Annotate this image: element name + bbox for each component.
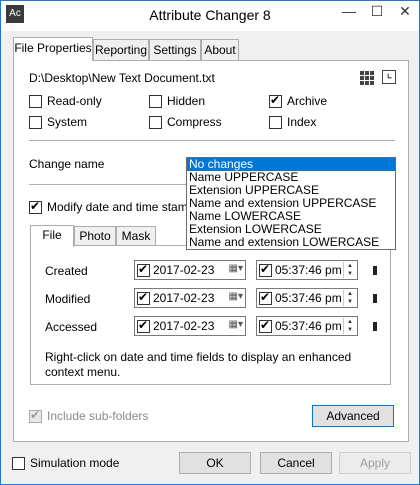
modified-date[interactable]: 2017-02-23 bbox=[153, 291, 214, 305]
include-subfolders-label: Include sub-folders bbox=[47, 409, 149, 423]
advanced-button[interactable]: Advanced bbox=[312, 405, 394, 427]
spin-up-icon[interactable]: ▲ bbox=[344, 262, 356, 270]
title-bar: Ac Attribute Changer 8 — ☐ ✕ bbox=[1, 1, 419, 31]
include-subfolders-box bbox=[29, 408, 42, 423]
pin-icon[interactable] bbox=[373, 294, 377, 303]
modified-time[interactable]: 05:37:46 pm bbox=[275, 291, 342, 305]
spin-down-icon[interactable]: ▼ bbox=[344, 326, 356, 334]
created-date[interactable]: 2017-02-23 bbox=[153, 263, 214, 277]
modify-dates-box[interactable] bbox=[29, 199, 42, 214]
created-date-picker[interactable]: 2017-02-23 ▦▾ bbox=[134, 260, 246, 280]
spin-down-icon[interactable]: ▼ bbox=[344, 298, 356, 306]
time-spinner[interactable]: ▲ ▼ bbox=[343, 318, 356, 334]
tab-photo[interactable]: Photo bbox=[74, 226, 116, 246]
dropdown-option[interactable]: Name and extension LOWERCASE bbox=[187, 236, 395, 249]
spin-up-icon[interactable]: ▲ bbox=[344, 290, 356, 298]
tab-file-properties[interactable]: File Properties bbox=[13, 37, 93, 61]
accessed-date-checkbox[interactable] bbox=[137, 318, 150, 333]
spin-up-icon[interactable]: ▲ bbox=[344, 318, 356, 326]
system-checkbox[interactable]: System bbox=[29, 115, 87, 129]
index-checkbox[interactable]: Index bbox=[269, 115, 316, 129]
change-name-label: Change name bbox=[29, 157, 105, 171]
maximize-button[interactable]: ☐ bbox=[363, 1, 391, 23]
date-panel: Created 2017-02-23 ▦▾ 05:37:46 pm ▲▼ Mod… bbox=[30, 245, 391, 385]
hidden-label: Hidden bbox=[167, 94, 206, 108]
tab-about[interactable]: About bbox=[201, 39, 239, 61]
accessed-time[interactable]: 05:37:46 pm bbox=[275, 319, 342, 333]
compress-box[interactable] bbox=[149, 115, 162, 129]
created-label: Created bbox=[45, 264, 88, 278]
created-time-picker[interactable]: 05:37:46 pm ▲▼ bbox=[256, 260, 358, 280]
created-date-checkbox[interactable] bbox=[137, 262, 150, 277]
apply-button: Apply bbox=[339, 452, 411, 474]
readonly-checkbox[interactable]: Read-only bbox=[29, 94, 102, 108]
accessed-date[interactable]: 2017-02-23 bbox=[153, 319, 214, 333]
calendar-dropdown-icon[interactable]: ▦▾ bbox=[221, 291, 243, 305]
help-text: Right-click on date and time fields to d… bbox=[45, 350, 352, 379]
readonly-label: Read-only bbox=[47, 94, 102, 108]
created-time[interactable]: 05:37:46 pm bbox=[275, 263, 342, 277]
readonly-box[interactable] bbox=[29, 94, 42, 108]
archive-label: Archive bbox=[287, 94, 328, 108]
index-label: Index bbox=[287, 115, 317, 129]
modified-date-checkbox[interactable] bbox=[137, 290, 150, 305]
simulation-mode-checkbox[interactable]: Simulation mode bbox=[12, 456, 119, 470]
time-spinner[interactable]: ▲ ▼ bbox=[343, 290, 356, 306]
include-subfolders-checkbox: Include sub-folders bbox=[29, 408, 149, 423]
modified-time-picker[interactable]: 05:37:46 pm ▲▼ bbox=[256, 288, 358, 308]
calendar-dropdown-icon[interactable]: ▦▾ bbox=[221, 263, 243, 277]
close-button[interactable]: ✕ bbox=[391, 1, 419, 23]
file-path: D:\Desktop\New Text Document.txt bbox=[29, 71, 215, 85]
clock-icon[interactable] bbox=[382, 70, 396, 84]
accessed-time-picker[interactable]: 05:37:46 pm ▲▼ bbox=[256, 316, 358, 336]
hidden-box[interactable] bbox=[149, 94, 162, 108]
modify-dates-checkbox[interactable]: Modify date and time stamps bbox=[29, 199, 201, 214]
spin-down-icon[interactable]: ▼ bbox=[344, 270, 356, 278]
simulation-mode-label: Simulation mode bbox=[30, 456, 120, 470]
compress-checkbox[interactable]: Compress bbox=[149, 115, 222, 129]
index-box[interactable] bbox=[269, 115, 282, 129]
accessed-time-checkbox[interactable] bbox=[259, 318, 272, 333]
system-box[interactable] bbox=[29, 115, 42, 129]
modify-dates-label: Modify date and time stamps bbox=[47, 200, 201, 214]
simulation-mode-box[interactable] bbox=[12, 456, 25, 470]
grid-icon[interactable] bbox=[360, 71, 374, 85]
created-time-checkbox[interactable] bbox=[259, 262, 272, 277]
time-spinner[interactable]: ▲ ▼ bbox=[343, 262, 356, 278]
archive-checkbox[interactable]: Archive bbox=[269, 93, 328, 108]
accessed-label: Accessed bbox=[45, 320, 98, 334]
hidden-checkbox[interactable]: Hidden bbox=[149, 94, 205, 108]
tab-settings[interactable]: Settings bbox=[149, 39, 201, 61]
minimize-button[interactable]: — bbox=[335, 1, 363, 23]
tab-file[interactable]: File bbox=[30, 225, 74, 247]
modified-time-checkbox[interactable] bbox=[259, 290, 272, 305]
file-properties-panel: D:\Desktop\New Text Document.txt Read-on… bbox=[13, 60, 409, 442]
tab-mask[interactable]: Mask bbox=[116, 226, 156, 246]
modified-date-picker[interactable]: 2017-02-23 ▦▾ bbox=[134, 288, 246, 308]
system-label: System bbox=[47, 115, 88, 129]
accessed-date-picker[interactable]: 2017-02-23 ▦▾ bbox=[134, 316, 246, 336]
separator bbox=[29, 140, 395, 141]
pin-icon[interactable] bbox=[373, 322, 377, 331]
calendar-dropdown-icon[interactable]: ▦▾ bbox=[221, 319, 243, 333]
archive-box[interactable] bbox=[269, 93, 282, 108]
modified-label: Modified bbox=[45, 292, 91, 306]
ok-button[interactable]: OK bbox=[179, 452, 251, 474]
change-name-dropdown-list[interactable]: No changes Name UPPERCASE Extension UPPE… bbox=[186, 157, 396, 250]
compress-label: Compress bbox=[167, 115, 222, 129]
cancel-button[interactable]: Cancel bbox=[260, 452, 332, 474]
tab-reporting[interactable]: Reporting bbox=[93, 39, 149, 61]
pin-icon[interactable] bbox=[373, 266, 377, 275]
app-window: Ac Attribute Changer 8 — ☐ ✕ File Proper… bbox=[0, 0, 420, 485]
